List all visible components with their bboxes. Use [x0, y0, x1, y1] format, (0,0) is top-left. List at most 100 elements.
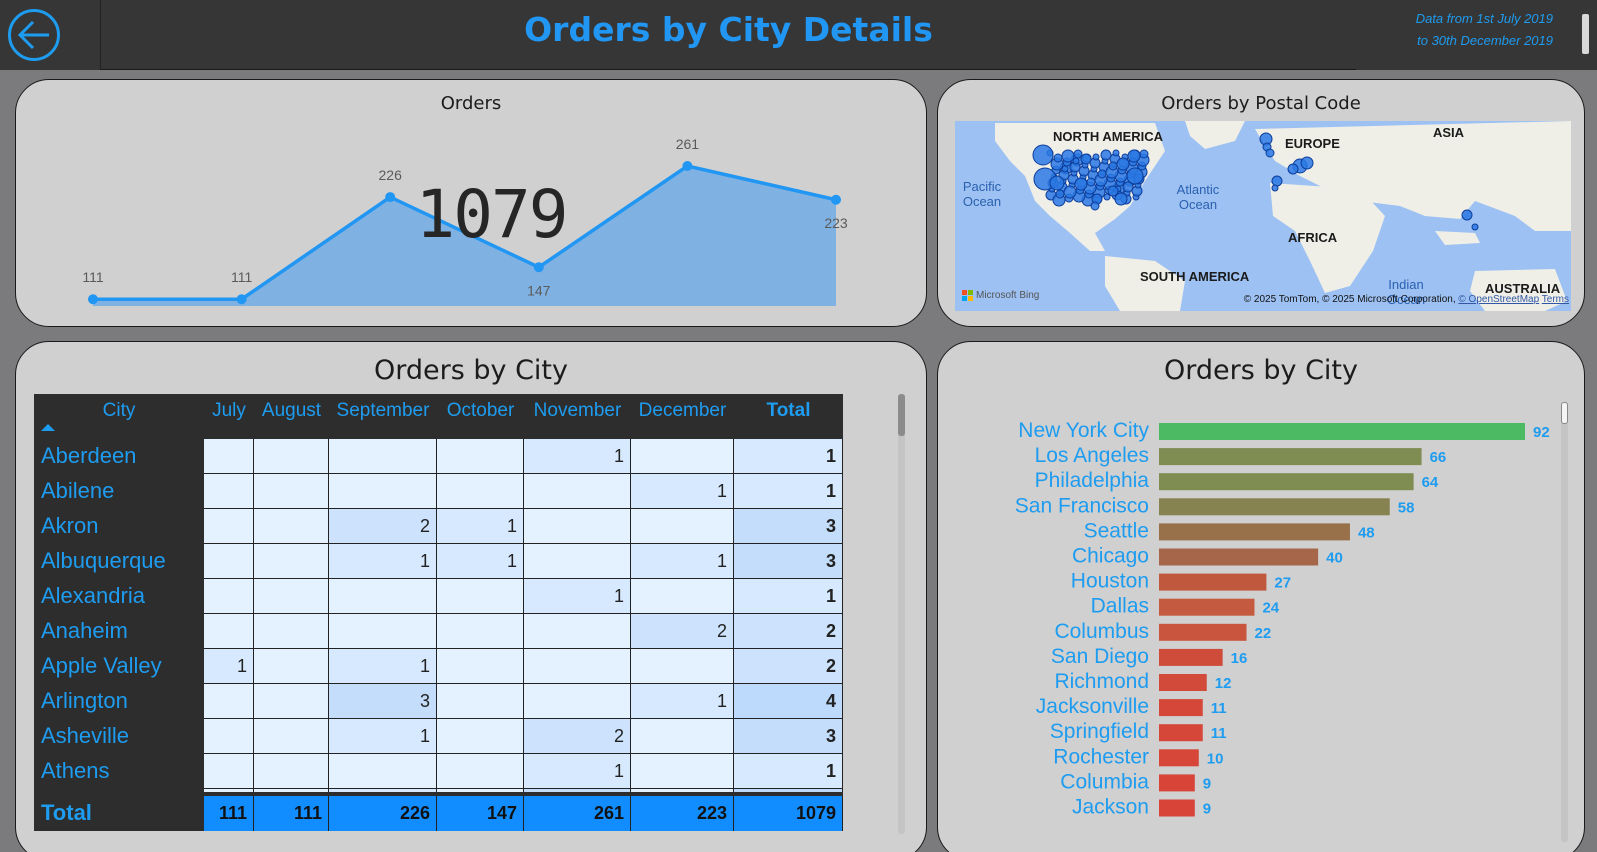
terms-link[interactable]: Terms — [1542, 294, 1569, 305]
page-scrollbar[interactable] — [1582, 14, 1589, 54]
postal-code-marker[interactable] — [1265, 148, 1275, 158]
postal-code-marker[interactable] — [1092, 153, 1100, 161]
orders-point-october[interactable] — [533, 262, 544, 273]
table-total-row: Total 111 111 226 147 261 223 1079 — [34, 796, 843, 831]
postal-code-marker[interactable] — [1061, 149, 1075, 163]
month-value-cell — [204, 474, 254, 509]
bar-columbus[interactable] — [1159, 623, 1247, 641]
bar-houston[interactable] — [1159, 573, 1267, 591]
bar-value-label: 40 — [1326, 550, 1343, 567]
bar-springfield[interactable] — [1159, 724, 1203, 742]
postal-code-marker[interactable] — [1061, 165, 1069, 173]
postal-code-marker[interactable] — [1471, 223, 1479, 231]
postal-code-marker[interactable] — [1461, 209, 1473, 221]
bar-chart-scrollbar-track[interactable] — [1561, 402, 1568, 842]
postal-code-marker[interactable] — [1108, 161, 1118, 171]
table-row[interactable]: Akron 2 1 3 — [34, 509, 843, 544]
postal-code-marker[interactable] — [1063, 185, 1077, 199]
column-header-july[interactable]: July — [204, 400, 254, 422]
postal-code-marker[interactable] — [1107, 185, 1119, 197]
column-header-october[interactable]: October — [437, 400, 524, 422]
bar-san-francisco[interactable] — [1159, 498, 1390, 516]
column-header-september[interactable]: September — [329, 400, 437, 422]
bar-jackson[interactable] — [1159, 799, 1195, 817]
table-row[interactable]: Arlington 3 1 4 — [34, 684, 843, 719]
month-value-cell — [329, 474, 437, 509]
orders-total-kpi: 1079 — [415, 176, 569, 253]
orders-point-september[interactable] — [385, 192, 396, 203]
postal-code-marker[interactable] — [1055, 189, 1065, 199]
bar-philadelphia[interactable] — [1159, 473, 1414, 491]
postal-code-marker[interactable] — [1271, 175, 1283, 187]
bar-category-label: Columbus — [1054, 620, 1149, 643]
postal-code-marker[interactable] — [1300, 156, 1314, 170]
table-row[interactable]: Athens 1 1 — [34, 754, 843, 789]
month-value-cell — [631, 754, 734, 789]
bar-seattle[interactable] — [1159, 523, 1350, 541]
bar-jacksonville[interactable] — [1159, 699, 1203, 717]
postal-code-marker[interactable] — [1073, 149, 1083, 159]
postal-code-marker[interactable] — [1103, 193, 1111, 201]
table-row[interactable]: Apple Valley 1 1 2 — [34, 649, 843, 684]
orders-by-city-bar-chart[interactable]: New York City 92 Los Angeles 66 Philadelphia… — [938, 342, 1585, 852]
column-header-august[interactable]: August — [254, 400, 329, 422]
orders-point-november[interactable] — [682, 161, 693, 171]
month-value-cell — [204, 509, 254, 544]
month-value-cell — [524, 649, 631, 684]
bar-value-label: 12 — [1215, 675, 1232, 692]
postal-code-marker[interactable] — [1100, 149, 1112, 161]
column-header-november[interactable]: November — [524, 400, 631, 422]
table-row[interactable]: Albuquerque 1 1 1 3 — [34, 544, 843, 579]
postal-code-marker[interactable] — [1112, 149, 1120, 157]
column-header-city[interactable]: City — [34, 400, 204, 422]
postal-code-marker[interactable] — [1287, 163, 1299, 175]
orders-point-july[interactable] — [88, 294, 98, 305]
bar-new-york-city[interactable] — [1159, 423, 1525, 440]
bar-los-angeles[interactable] — [1159, 448, 1422, 466]
postal-code-marker[interactable] — [1090, 201, 1100, 211]
month-value-cell — [631, 719, 734, 754]
table-body[interactable]: Aberdeen 1 1 Abilene 1 1 Akron 2 1 3 Albuquerque 1 1… — [34, 439, 843, 792]
table-row[interactable]: Abilene 1 1 — [34, 474, 843, 509]
postal-code-map[interactable]: NORTH AMERICA EUROPE ASIA AFRICA SOUTH A… — [955, 121, 1571, 311]
openstreetmap-link[interactable]: © OpenStreetMap — [1458, 294, 1539, 305]
month-value-cell — [631, 579, 734, 614]
postal-code-marker[interactable] — [1139, 149, 1149, 159]
postal-code-marker[interactable] — [1271, 184, 1279, 192]
postal-code-marker[interactable] — [1049, 175, 1065, 191]
bar-columbia[interactable] — [1159, 774, 1195, 792]
table-scrollbar-thumb[interactable] — [898, 394, 905, 436]
postal-code-marker[interactable] — [1053, 153, 1063, 163]
back-arrow-icon[interactable] — [7, 8, 61, 62]
postal-code-marker[interactable] — [1086, 177, 1096, 187]
table-row[interactable]: Asheville 1 2 3 — [34, 719, 843, 754]
postal-code-marker[interactable] — [1116, 157, 1130, 171]
orders-point-december[interactable] — [831, 194, 841, 205]
table-scrollbar-track[interactable] — [898, 394, 905, 834]
table-row[interactable]: Alexandria 1 1 — [34, 579, 843, 614]
bar-rochester[interactable] — [1159, 749, 1199, 767]
bar-chart-scrollbar-thumb[interactable] — [1561, 402, 1568, 424]
column-header-total[interactable]: Total — [734, 400, 843, 422]
postal-code-marker[interactable] — [1097, 169, 1107, 179]
sort-ascending-icon[interactable] — [41, 424, 55, 431]
bing-logo-text: Microsoft Bing — [976, 290, 1040, 301]
bar-san-diego[interactable] — [1159, 648, 1223, 666]
table-row[interactable]: Atlanta134 — [34, 789, 843, 792]
table-row[interactable]: Anaheim 2 2 — [34, 614, 843, 649]
bar-richmond[interactable] — [1159, 674, 1207, 691]
postal-code-marker[interactable] — [1080, 153, 1092, 165]
bar-dallas[interactable] — [1159, 598, 1255, 616]
month-value-cell — [204, 719, 254, 754]
postal-code-marker[interactable] — [1074, 177, 1088, 191]
column-header-december[interactable]: December — [631, 400, 734, 422]
table-row[interactable]: Aberdeen 1 1 — [34, 439, 843, 474]
postal-code-marker[interactable] — [1126, 167, 1144, 185]
bar-value-label: 16 — [1231, 650, 1248, 667]
postal-code-marker[interactable] — [1127, 149, 1141, 163]
postal-code-marker[interactable] — [1072, 157, 1080, 165]
orders-point-august[interactable] — [236, 294, 247, 305]
postal-code-marker[interactable] — [1032, 144, 1054, 166]
bar-chicago[interactable] — [1159, 548, 1319, 566]
month-value-cell — [631, 439, 734, 474]
